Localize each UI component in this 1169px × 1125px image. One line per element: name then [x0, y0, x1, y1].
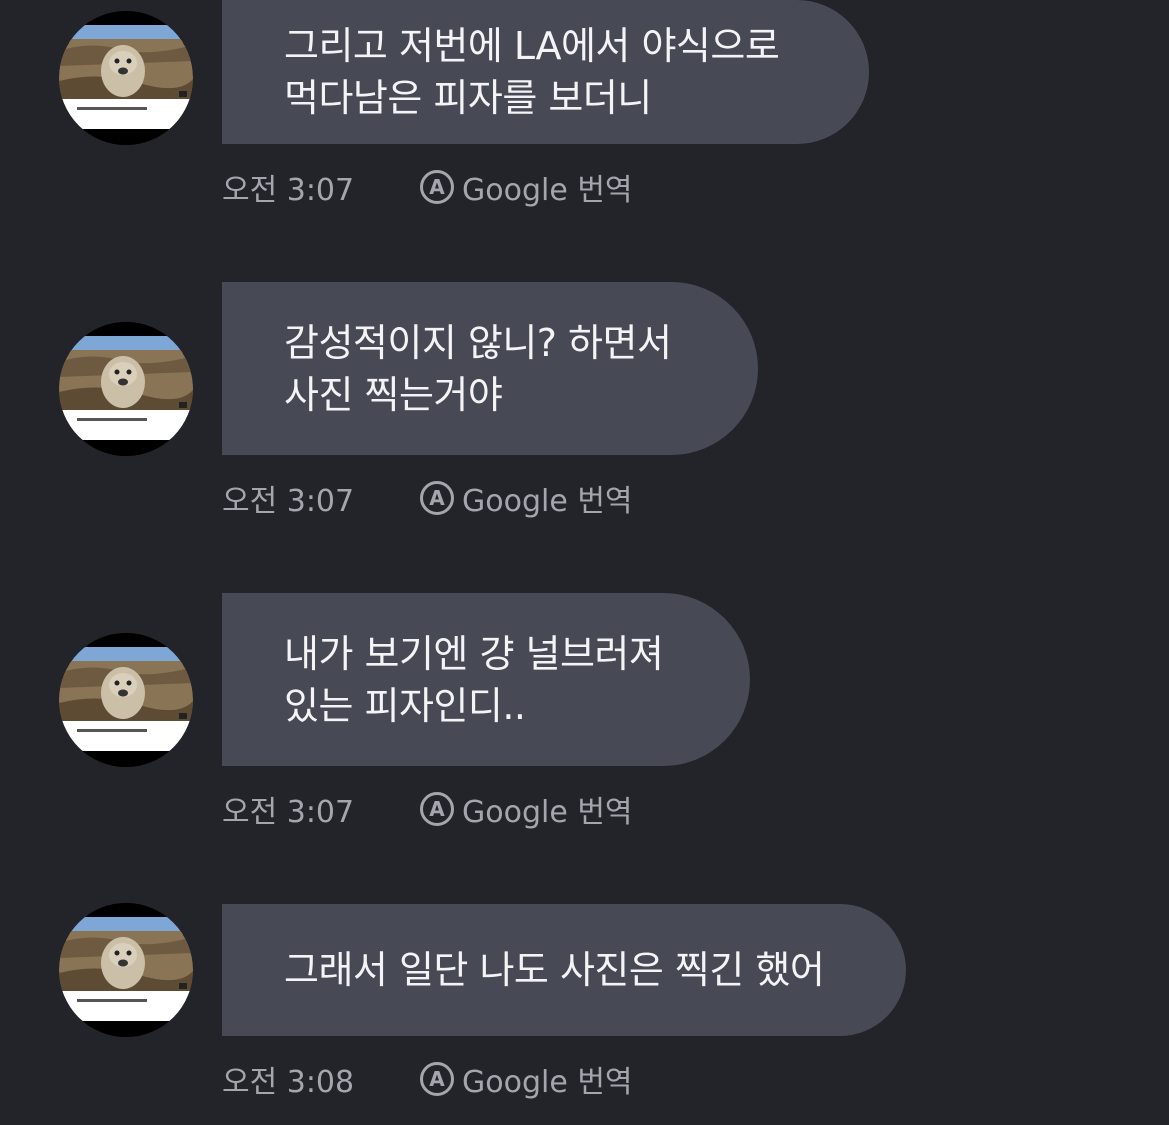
google-translate-link[interactable]: A Google 번역: [420, 165, 633, 209]
google-translate-label: Google 번역: [462, 1065, 633, 1100]
sender-avatar[interactable]: [59, 633, 193, 767]
sender-avatar[interactable]: [59, 11, 193, 145]
google-translate-link[interactable]: A Google 번역: [420, 1057, 633, 1101]
message-text-line: 먹다남은 피자를 보더니: [284, 76, 652, 120]
message-text-line: 내가 보기엔 걍 널브러져: [284, 631, 664, 676]
google-translate-label: Google 번역: [462, 173, 633, 208]
message-meta: 오전 3:07 A Google 번역: [222, 476, 633, 520]
translate-icon: A: [420, 1062, 454, 1096]
message-text-line: 감성적이지 않니? 하면서: [284, 320, 672, 365]
dog-photo-avatar-image: [59, 903, 193, 1037]
message-text-line: 사진 찍는거야: [284, 372, 503, 417]
message-text-line: 그래서 일단 나도 사진은 찍긴 했어: [284, 948, 825, 992]
message-bubble[interactable]: 그리고 저번에 LA에서 야식으로 먹다남은 피자를 보더니: [222, 0, 869, 144]
google-translate-link[interactable]: A Google 번역: [420, 476, 633, 520]
message-bubble[interactable]: 그래서 일단 나도 사진은 찍긴 했어: [222, 904, 906, 1036]
message-bubble[interactable]: 내가 보기엔 걍 널브러져 있는 피자인디..: [222, 593, 750, 766]
google-translate-label: Google 번역: [462, 484, 633, 519]
message-timestamp: 오전 3:07: [222, 484, 355, 519]
google-translate-label: Google 번역: [462, 795, 633, 830]
message-bubble[interactable]: 감성적이지 않니? 하면서 사진 찍는거야: [222, 282, 758, 455]
message-timestamp: 오전 3:07: [222, 173, 355, 208]
message-text-line: 그리고 저번에 LA에서 야식으로: [284, 24, 780, 68]
message-text-line: 있는 피자인디..: [284, 683, 526, 728]
message-meta: 오전 3:07 A Google 번역: [222, 165, 633, 209]
message-meta: 오전 3:07 A Google 번역: [222, 787, 633, 831]
sender-avatar[interactable]: [59, 903, 193, 1037]
dog-photo-avatar-image: [59, 11, 193, 145]
sender-avatar[interactable]: [59, 322, 193, 456]
translate-icon: A: [420, 481, 454, 515]
dog-photo-avatar-image: [59, 322, 193, 456]
google-translate-link[interactable]: A Google 번역: [420, 787, 633, 831]
translate-icon: A: [420, 792, 454, 826]
message-timestamp: 오전 3:08: [222, 1065, 355, 1100]
translate-icon: A: [420, 170, 454, 204]
message-timestamp: 오전 3:07: [222, 795, 355, 830]
message-meta: 오전 3:08 A Google 번역: [222, 1057, 633, 1101]
dog-photo-avatar-image: [59, 633, 193, 767]
